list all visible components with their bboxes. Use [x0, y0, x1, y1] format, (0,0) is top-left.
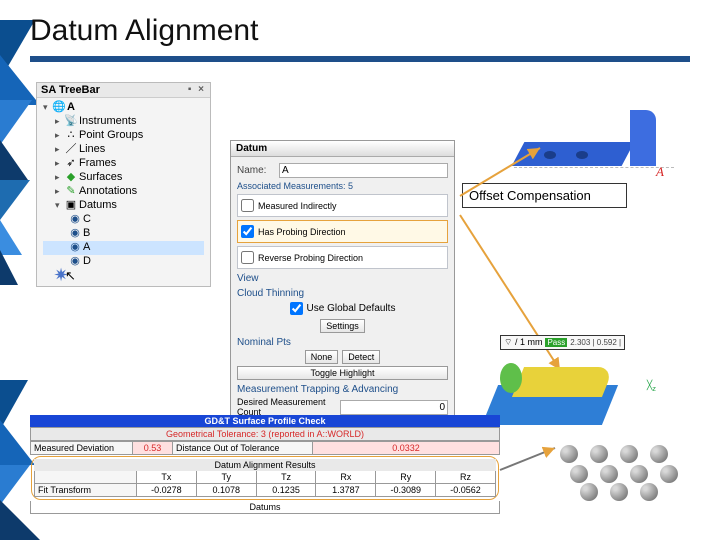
datum-dialog: Datum Name: Associated Measurements: 5 M… [230, 140, 455, 447]
tree-item-datums[interactable]: ▾▣Datums [43, 199, 204, 213]
name-row: Name: [237, 163, 448, 178]
tree-item-frames[interactable]: ▸➶Frames [43, 157, 204, 171]
cursor-arrow-icon: ↖ [65, 269, 76, 282]
datum-icon: ◉ [69, 242, 81, 254]
points-icon: ∴ [65, 130, 77, 142]
tree-root-node[interactable]: ▾ 🌐 A [43, 101, 204, 115]
tree-item-annotations[interactable]: ▸✎Annotations [43, 185, 204, 199]
datum-name-input[interactable] [279, 163, 448, 178]
cloud-section-label: Cloud Thinning [237, 288, 448, 299]
gdt-callout-box: ⌔ / 1 mm Pass 2.303 | 0.592 | [500, 335, 625, 350]
results-title-1: GD&T Surface Profile Check [30, 415, 500, 427]
desired-count-input[interactable] [340, 400, 449, 415]
reverse-probing-checkbox[interactable] [241, 251, 254, 264]
fit-tx: -0.0278 [137, 484, 197, 496]
instrument-icon: 📡 [65, 116, 77, 128]
fit-rz: -0.0562 [436, 484, 495, 496]
distance-oot-value: 0.0332 [313, 442, 499, 454]
none-button[interactable]: None [305, 350, 339, 364]
page-title: Datum Alignment [30, 14, 258, 48]
treebar-title-text: SA TreeBar [41, 84, 100, 96]
gdt-callout-symbol: ⌔ / 1 mm [504, 337, 542, 348]
dialog-title: Datum [231, 141, 454, 157]
global-defaults-label: Use Global Defaults [307, 303, 396, 314]
view-section-label: View [237, 273, 448, 284]
col-rz: Rz [436, 471, 495, 483]
gdt-pass-badge: Pass [545, 338, 567, 347]
tree-datum-c[interactable]: ◉C [43, 213, 204, 227]
gdt-callout-values: 2.303 | 0.592 | [570, 338, 621, 347]
col-tz: Tz [257, 471, 317, 483]
toggle-highlight-button[interactable]: Toggle Highlight [237, 366, 448, 380]
col-ry: Ry [376, 471, 436, 483]
tree-item-instruments[interactable]: ▸📡Instruments [43, 115, 204, 129]
tree-item-surfaces[interactable]: ▸◆Surfaces [43, 171, 204, 185]
sa-treebar-panel: SA TreeBar ▪ × ▾ 🌐 A ▸📡Instruments ▸∴Poi… [36, 82, 211, 287]
measured-indirectly-label: Measured Indirectly [258, 201, 337, 211]
detect-button[interactable]: Detect [342, 350, 380, 364]
col-tx: Tx [137, 471, 197, 483]
gdt-results-table: GD&T Surface Profile Check Geometrical T… [30, 415, 500, 514]
treebar-header: SA TreeBar ▪ × [37, 83, 210, 98]
fit-tz: 0.1235 [257, 484, 317, 496]
trapping-section-label: Measurement Trapping & Advancing [237, 384, 448, 395]
associated-measurements-label: Associated Measurements: 5 [237, 181, 448, 191]
fit-ry: -0.3089 [376, 484, 436, 496]
tree-root-label: A [67, 101, 75, 114]
has-probing-checkbox[interactable] [241, 225, 254, 238]
col-rx: Rx [316, 471, 376, 483]
line-icon: ／ [65, 144, 77, 156]
measured-deviation-label: Measured Deviation [31, 442, 133, 454]
reverse-probing-label: Reverse Probing Direction [258, 253, 363, 263]
tree-datum-a[interactable]: ◉A [43, 241, 204, 255]
measured-deviation-value: 0.53 [133, 442, 173, 454]
tree-datum-b[interactable]: ◉B [43, 227, 204, 241]
col-ty: Ty [197, 471, 257, 483]
fit-transform-label: Fit Transform [35, 484, 137, 496]
frame-axis-icon: ╳z [647, 380, 656, 393]
fit-rx: 1.3787 [316, 484, 376, 496]
datum-icon: ◉ [69, 228, 81, 240]
settings-button[interactable]: Settings [320, 319, 365, 333]
offset-compensation-callout: Offset Compensation [462, 183, 627, 208]
annotation-icon: ✎ [65, 186, 77, 198]
frame-icon: ➶ [65, 158, 77, 170]
name-label: Name: [237, 165, 279, 176]
treebar-window-controls[interactable]: ▪ × [188, 84, 206, 96]
datums-caption: Datums [30, 501, 500, 514]
tree-cursor: ✷↖ [43, 269, 204, 283]
has-probing-label: Has Probing Direction [258, 227, 346, 237]
fit-ty: 0.1078 [197, 484, 257, 496]
datum-folder-icon: ▣ [65, 200, 77, 212]
measured-indirectly-checkbox[interactable] [241, 199, 254, 212]
probe-spheres [560, 445, 680, 500]
results-title-2: Geometrical Tolerance: 3 (reported in A:… [30, 427, 500, 441]
surface-icon: ◆ [65, 172, 77, 184]
datum-a-label: A [656, 164, 664, 180]
blue-bracket-model: A [514, 94, 674, 174]
global-defaults-checkbox[interactable] [290, 302, 303, 315]
datum-icon: ◉ [69, 256, 81, 268]
tree-item-pointgroups[interactable]: ▸∴Point Groups [43, 129, 204, 143]
distance-oot-label: Distance Out of Tolerance [173, 442, 313, 454]
datum-icon: ◉ [69, 214, 81, 226]
nominal-section-label: Nominal Pts [237, 337, 448, 348]
world-icon: 🌐 [53, 102, 65, 114]
title-underline [30, 56, 690, 62]
datum-alignment-subhead: Datum Alignment Results [34, 459, 496, 471]
tree-item-lines[interactable]: ▸／Lines [43, 143, 204, 157]
desired-count-label: Desired Measurement Count [237, 397, 340, 417]
